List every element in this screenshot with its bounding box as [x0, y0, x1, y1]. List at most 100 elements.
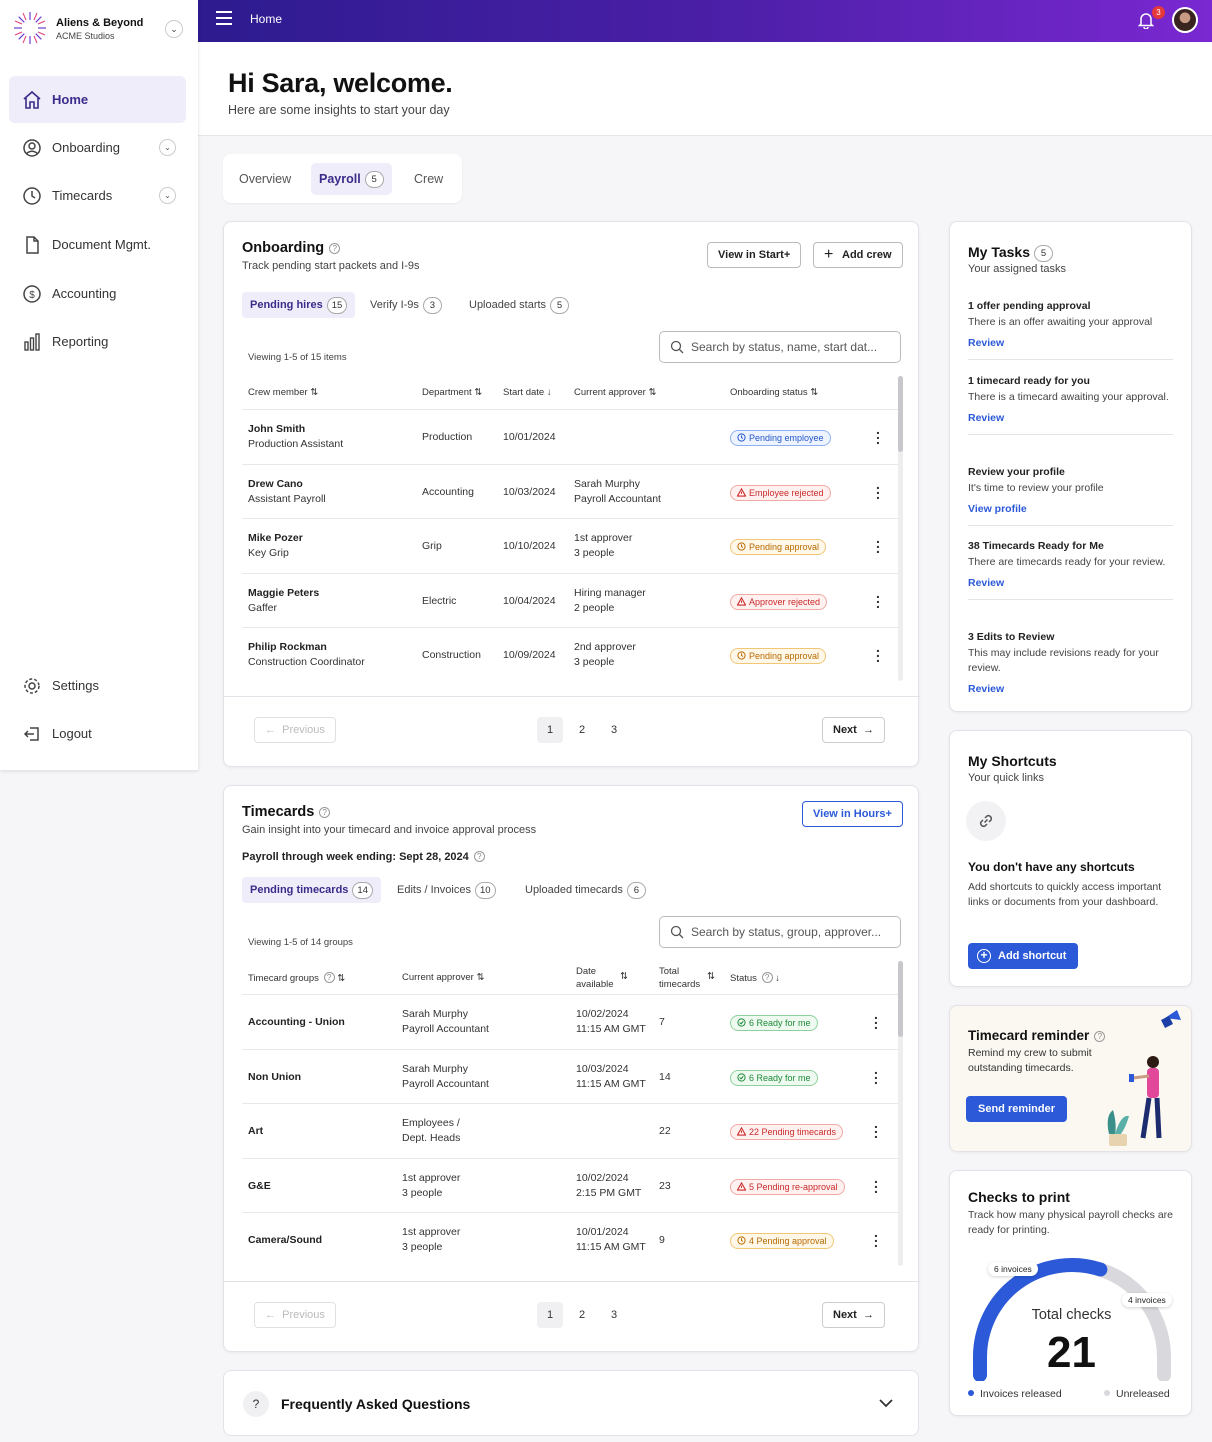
sort-icon[interactable]: ⇅ [620, 971, 628, 982]
table-row[interactable]: Non Union Sarah Murphy Payroll Accountant… [242, 1048, 898, 1104]
legend-unreleased-label: Unreleased [1116, 1388, 1170, 1400]
subtab-pending-hires[interactable]: Pending hires 15 [242, 292, 356, 318]
sort-icon[interactable]: ⇅ [707, 971, 715, 982]
view-in-start-button[interactable]: View in Start+ [707, 242, 802, 268]
help-icon[interactable]: ? [323, 972, 335, 983]
more-options-icon[interactable]: ... [876, 640, 880, 664]
help-icon[interactable]: ? [319, 807, 331, 818]
more-options-icon[interactable]: ... [874, 1062, 878, 1086]
status-text: 22 Pending timecards [749, 1127, 837, 1137]
chevron-down-icon[interactable] [878, 1397, 894, 1409]
sidebar-item-label: Accounting [52, 286, 117, 301]
table-row[interactable]: Camera/Sound 1st approver 3 people 10/01/… [242, 1212, 898, 1267]
sidebar-item-home[interactable]: Home [9, 76, 186, 123]
scrollbar-thumb[interactable] [898, 961, 903, 1037]
subtab-verify-i9s[interactable]: Verify I-9s 3 [362, 292, 450, 318]
more-options-icon[interactable]: ... [874, 1116, 878, 1140]
send-reminder-button[interactable]: Send reminder [966, 1096, 1068, 1122]
page-1[interactable]: 1 [537, 1302, 563, 1328]
help-icon[interactable]: ? [329, 243, 341, 254]
previous-button[interactable]: ← Previous [254, 1302, 336, 1328]
sidebar-item-label: Timecards [52, 188, 113, 203]
page-2[interactable]: 2 [569, 1302, 595, 1328]
task-link[interactable]: Review [968, 412, 1173, 424]
table-row[interactable]: G&E 1st approver 3 people 10/02/2024 2:15 … [242, 1157, 898, 1213]
tab-payroll[interactable]: Payroll 5 [311, 163, 392, 195]
table-row[interactable]: Philip Rockman Construction Coordinator C… [242, 627, 898, 682]
more-options-icon[interactable]: ... [874, 1007, 878, 1031]
chevron-down-icon[interactable]: ⌄ [159, 139, 176, 156]
sidebar-item-settings[interactable]: Settings [9, 662, 186, 709]
task-link[interactable]: Review [968, 683, 1173, 695]
sidebar-item-logout[interactable]: Logout [9, 710, 186, 757]
previous-button[interactable]: ← Previous [254, 717, 336, 743]
task-link[interactable]: View profile [968, 503, 1173, 515]
column-header-crew-member[interactable]: Crew member ⇅ [248, 387, 318, 398]
page-1[interactable]: 1 [537, 717, 563, 743]
column-header-timecard-groups[interactable]: Timecard groups ? ⇅ [248, 972, 345, 984]
column-header-department[interactable]: Department ⇅ [422, 387, 482, 398]
help-icon[interactable]: ? [761, 972, 773, 983]
gauge-label-unreleased: 4 invoices [1122, 1293, 1172, 1307]
subtab-uploaded-timecards[interactable]: Uploaded timecards 6 [517, 877, 654, 903]
next-button[interactable]: Next → [822, 717, 885, 743]
sidebar-item-label: Document Mgmt. [52, 237, 151, 252]
column-header-status[interactable]: Status ? ↓ [730, 972, 780, 984]
table-row[interactable]: Mike Pozer Key Grip Grip 10/10/2024 1st a… [242, 518, 898, 573]
column-header-date-available[interactable]: Date available [576, 965, 614, 991]
more-options-icon[interactable]: ... [876, 422, 880, 446]
add-shortcut-button[interactable]: + Add shortcut [968, 943, 1079, 969]
approver-name: 1st approver [402, 1226, 461, 1238]
sidebar-item-accounting[interactable]: $ Accounting [9, 270, 186, 317]
task-link[interactable]: Review [968, 577, 1173, 589]
task-link[interactable]: Review [968, 337, 1173, 349]
tab-overview[interactable]: Overview [231, 163, 299, 195]
onboarding-search-input[interactable]: Search by status, name, start dat... [659, 331, 901, 363]
table-row[interactable]: Maggie Peters Gaffer Electric 10/04/2024 … [242, 572, 898, 628]
table-scrollbar[interactable] [898, 961, 903, 1266]
more-options-icon[interactable]: ... [874, 1171, 878, 1195]
page-3[interactable]: 3 [601, 717, 627, 743]
page-2[interactable]: 2 [569, 717, 595, 743]
crew-member-cell: Philip Rockman Construction Coordinator [248, 640, 365, 670]
avatar[interactable] [1172, 7, 1198, 33]
column-header-start-date[interactable]: Start date ↓ [503, 387, 552, 398]
column-header-total-timecards[interactable]: Total timecards [659, 965, 700, 991]
menu-icon[interactable] [216, 11, 232, 25]
more-options-icon[interactable]: ... [876, 531, 880, 555]
table-row[interactable]: Drew Cano Assistant Payroll Accounting 10… [242, 463, 898, 519]
sidebar-item-onboarding[interactable]: Onboarding ⌄ [9, 124, 186, 171]
add-crew-button[interactable]: + Add crew [813, 242, 903, 268]
column-header-onboarding-status[interactable]: Onboarding status ⇅ [730, 387, 818, 398]
sidebar-item-reporting[interactable]: Reporting [9, 318, 186, 365]
column-label: Current approver [402, 972, 474, 983]
table-scrollbar[interactable] [898, 376, 903, 681]
tab-crew[interactable]: Crew [406, 163, 451, 195]
sidebar-item-document-mgmt[interactable]: Document Mgmt. [9, 221, 186, 268]
timecards-search-input[interactable]: Search by status, group, approver... [659, 916, 901, 948]
brand-switcher[interactable]: Aliens & Beyond ACME Studios ⌄ [12, 10, 187, 50]
more-options-icon[interactable]: ... [876, 586, 880, 610]
subtab-pending-timecards[interactable]: Pending timecards 14 [242, 877, 381, 903]
subtab-edits-invoices[interactable]: Edits / Invoices 10 [389, 877, 504, 903]
help-icon[interactable]: ? [473, 851, 485, 862]
table-row[interactable]: Art Employees / Dept. Heads 22 22 Pending… [242, 1103, 898, 1158]
chevron-down-icon[interactable]: ⌄ [159, 187, 176, 204]
table-row[interactable]: John Smith Production Assistant Productio… [242, 409, 898, 464]
table-row[interactable]: Accounting - Union Sarah Murphy Payroll A… [242, 994, 898, 1049]
status-text: Pending approval [749, 542, 820, 552]
approver-cell: Employees / Dept. Heads [402, 1116, 460, 1146]
column-header-current-approver[interactable]: Current approver ⇅ [574, 387, 656, 398]
more-options-icon[interactable]: ... [874, 1225, 878, 1249]
chevron-down-icon[interactable]: ⌄ [165, 20, 183, 38]
scrollbar-thumb[interactable] [898, 376, 903, 452]
timecard-group-cell: Art [248, 1125, 264, 1137]
sidebar-item-timecards[interactable]: Timecards ⌄ [9, 172, 186, 219]
subtab-uploaded-starts[interactable]: Uploaded starts 5 [461, 292, 577, 318]
more-options-icon[interactable]: ... [876, 477, 880, 501]
view-in-hours-button[interactable]: View in Hours+ [802, 801, 903, 827]
next-button[interactable]: Next → [822, 1302, 885, 1328]
faq-accordion[interactable]: ? Frequently Asked Questions [223, 1370, 919, 1436]
column-header-current-approver[interactable]: Current approver ⇅ [402, 972, 484, 983]
page-3[interactable]: 3 [601, 1302, 627, 1328]
